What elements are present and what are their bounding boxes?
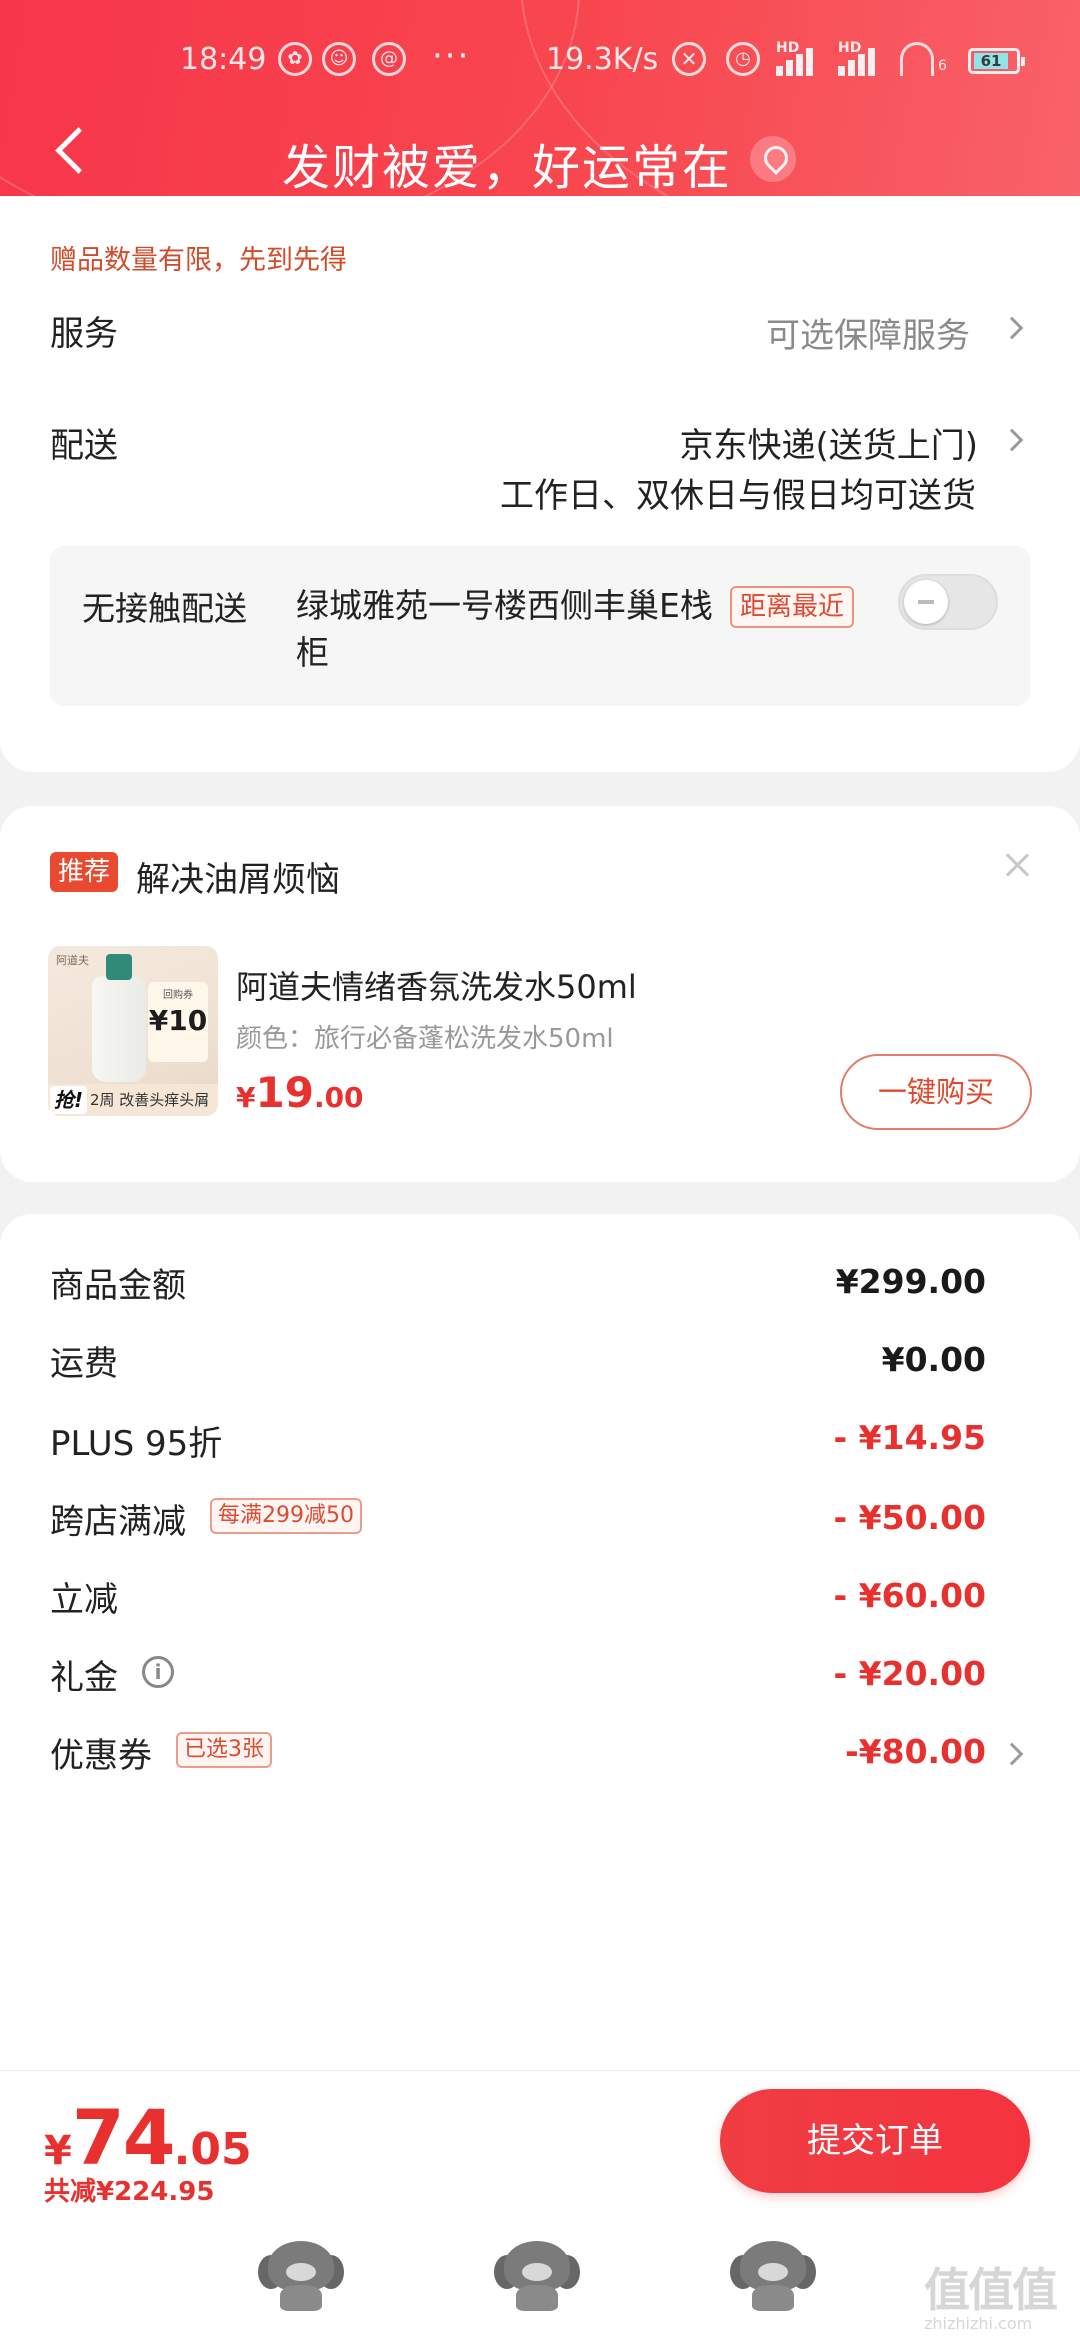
wifi-icon	[900, 42, 934, 76]
summary-label-coupon: 优惠券	[50, 1736, 152, 1776]
mute-icon: ✕	[672, 42, 706, 76]
promo-coupon-graphic: 回购券 ¥10	[148, 982, 208, 1062]
recommend-card: 推荐 解决油屑烦恼 阿道夫 回购券 ¥10 2周 改善头痒头屑 抢! 阿道夫情绪…	[0, 806, 1080, 1182]
mascot-icon[interactable]	[494, 2241, 580, 2311]
chevron-right-icon	[1000, 1742, 1024, 1766]
contactless-delivery-box: 无接触配送 绿城雅苑一号楼西侧丰巢E栈柜 距离最近	[50, 546, 1030, 706]
summary-value-goods: ¥299.00	[835, 1262, 986, 1301]
crossstore-tag: 每满299减50	[210, 1498, 362, 1534]
summary-value-crossstore: - ¥50.00	[833, 1498, 986, 1537]
product-name[interactable]: 阿道夫情绪香氛洗发水50ml	[236, 962, 637, 1008]
net-speed: 19.3K/s	[546, 42, 659, 77]
chevron-right-icon	[1000, 428, 1024, 452]
signal-2-icon: HD	[838, 40, 882, 76]
back-button[interactable]	[50, 122, 90, 182]
submit-order-button[interactable]: 提交订单	[720, 2089, 1030, 2193]
notification-icon: ✿	[278, 42, 312, 76]
promo-top-text: 回购券	[163, 990, 193, 1001]
service-value: 可选保障服务	[766, 316, 970, 356]
contactless-toggle[interactable]	[898, 574, 998, 630]
summary-label-goods: 商品金额	[50, 1266, 186, 1306]
price-symbol: ¥	[236, 1081, 256, 1114]
summary-label-plus: PLUS 95折	[50, 1424, 223, 1464]
page-title: 发财被爱，好运常在	[282, 140, 733, 196]
service-label: 服务	[50, 314, 118, 354]
price-summary-card: 商品金额 ¥299.00 运费 ¥0.00 PLUS 95折 - ¥14.95 …	[0, 1214, 1080, 2094]
delivery-days: 工作日、双休日与假日均可送货	[500, 476, 976, 516]
nearest-badge: 距离最近	[730, 586, 855, 628]
toggle-knob	[904, 580, 948, 624]
watermark: 值值值 zhizhizhi.com	[924, 2254, 1074, 2334]
summary-label-gift-money: 礼金	[50, 1658, 118, 1698]
more-notifications-icon: ···	[432, 36, 471, 76]
contactless-label: 无接触配送	[82, 589, 247, 628]
summary-value-coupon: -¥80.00	[844, 1732, 986, 1771]
contactless-address: 绿城雅苑一号楼西侧丰巢E栈柜	[296, 586, 713, 672]
gift-notice: 赠品数量有限，先到先得	[50, 245, 347, 276]
mascot-icon[interactable]	[258, 2241, 344, 2311]
signal-1-icon: HD	[776, 40, 820, 76]
chevron-right-icon	[1000, 316, 1024, 340]
location-pin-icon[interactable]	[750, 136, 796, 182]
mascot-icon[interactable]	[730, 2241, 816, 2311]
total-price: ¥74.05	[44, 2093, 252, 2182]
status-bar: 18:49 ✿ ☺ @ ··· 19.3K/s ✕ ◷ HD HD 6 61	[0, 36, 1080, 88]
product-price: ¥19.00	[236, 1068, 364, 1117]
summary-value-gift-money: - ¥20.00	[833, 1654, 986, 1693]
summary-value-instant: - ¥60.00	[833, 1576, 986, 1615]
grab-badge: 抢!	[50, 1086, 88, 1114]
battery-icon: 61	[968, 48, 1025, 74]
checkout-bar: ¥74.05 共减¥224.95 提交订单	[0, 2070, 1080, 2340]
watermark-logo: 值值值	[924, 2263, 1058, 2317]
total-integer: 74	[71, 2093, 176, 2182]
one-click-buy-button[interactable]: 一键购买	[840, 1054, 1032, 1130]
delivery-label: 配送	[50, 426, 118, 466]
header: 18:49 ✿ ☺ @ ··· 19.3K/s ✕ ◷ HD HD 6 61 发…	[0, 0, 1080, 226]
product-image-brand: 阿道夫	[56, 954, 89, 967]
alarm-icon: ◷	[726, 42, 760, 76]
delivery-method: 京东快递(送货上门)	[679, 426, 978, 466]
info-icon[interactable]: i	[142, 1656, 174, 1688]
product-image[interactable]: 阿道夫 回购券 ¥10 2周 改善头痒头屑 抢!	[48, 946, 218, 1116]
total-saved: 共减¥224.95	[44, 2177, 215, 2207]
wifi-band: 6	[938, 58, 947, 74]
avatar-notification-icon: ☺	[322, 42, 356, 76]
app-notification-icon: @	[372, 42, 406, 76]
summary-value-plus: - ¥14.95	[833, 1418, 986, 1457]
summary-label-shipping: 运费	[50, 1344, 118, 1384]
coupon-selected-tag: 已选3张	[176, 1732, 272, 1768]
recommend-tag: 推荐	[50, 852, 119, 892]
close-icon[interactable]	[1000, 848, 1036, 884]
battery-level: 61	[974, 53, 1008, 69]
total-decimal: .05	[173, 2124, 252, 2175]
summary-value-shipping: ¥0.00	[881, 1340, 986, 1379]
total-symbol: ¥	[44, 2128, 72, 2174]
bottle-graphic	[92, 954, 146, 1082]
delivery-card: 赠品数量有限，先到先得 服务 可选保障服务 配送 京东快递(送货上门) 工作日、…	[0, 196, 1080, 772]
price-integer: 19	[255, 1068, 314, 1117]
promo-value: ¥10	[148, 1004, 208, 1037]
status-time: 18:49	[180, 42, 267, 77]
price-decimal: .00	[313, 1081, 364, 1114]
summary-label-instant: 立减	[50, 1580, 118, 1620]
product-variant: 颜色：旅行必备蓬松洗发水50ml	[236, 1024, 614, 1054]
summary-label-crossstore: 跨店满减	[50, 1502, 186, 1542]
recommend-title: 解决油屑烦恼	[136, 860, 340, 900]
